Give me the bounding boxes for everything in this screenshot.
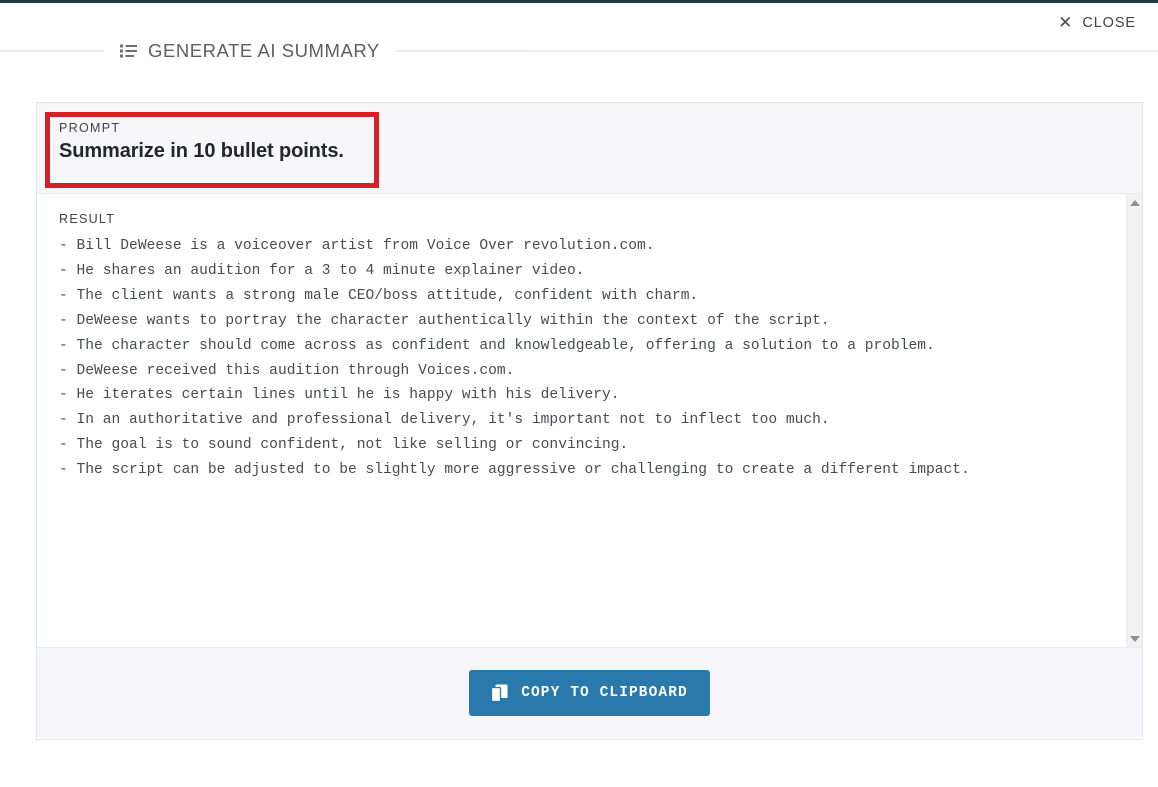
card-footer: COPY TO CLIPBOARD xyxy=(37,648,1142,737)
prompt-label: PROMPT xyxy=(59,121,121,135)
result-section: RESULT - Bill DeWeese is a voiceover art… xyxy=(37,193,1142,648)
triangle-up-icon xyxy=(1130,199,1140,206)
close-button[interactable]: ✕ CLOSE xyxy=(1058,14,1136,31)
top-accent-strip xyxy=(0,0,1158,3)
header-rule-left xyxy=(0,50,104,52)
summary-card: PROMPT Summarize in 10 bullet points. RE… xyxy=(36,102,1143,740)
copy-button-label: COPY TO CLIPBOARD xyxy=(521,684,688,701)
prompt-section: PROMPT Summarize in 10 bullet points. xyxy=(37,103,1142,193)
section-header-inner: GENERATE AI SUMMARY xyxy=(104,40,396,62)
close-x-icon: ✕ xyxy=(1058,13,1073,32)
header-rule-right xyxy=(395,50,527,52)
bullet-list-icon xyxy=(120,44,137,58)
triangle-down-icon xyxy=(1130,635,1140,642)
copy-to-clipboard-button[interactable]: COPY TO CLIPBOARD xyxy=(469,669,710,716)
result-text[interactable]: - Bill DeWeese is a voiceover artist fro… xyxy=(59,234,1120,483)
scrollbar-down-button[interactable] xyxy=(1127,630,1142,647)
copy-pages-icon xyxy=(491,684,508,702)
close-button-label: CLOSE xyxy=(1082,14,1136,31)
section-header: GENERATE AI SUMMARY xyxy=(0,38,1158,64)
page-title: GENERATE AI SUMMARY xyxy=(148,40,380,61)
result-inner: RESULT - Bill DeWeese is a voiceover art… xyxy=(37,194,1142,647)
prompt-value[interactable]: Summarize in 10 bullet points. xyxy=(59,140,1120,163)
result-scrollbar[interactable] xyxy=(1126,194,1142,647)
scrollbar-up-button[interactable] xyxy=(1127,194,1142,211)
result-label: RESULT xyxy=(59,212,116,226)
